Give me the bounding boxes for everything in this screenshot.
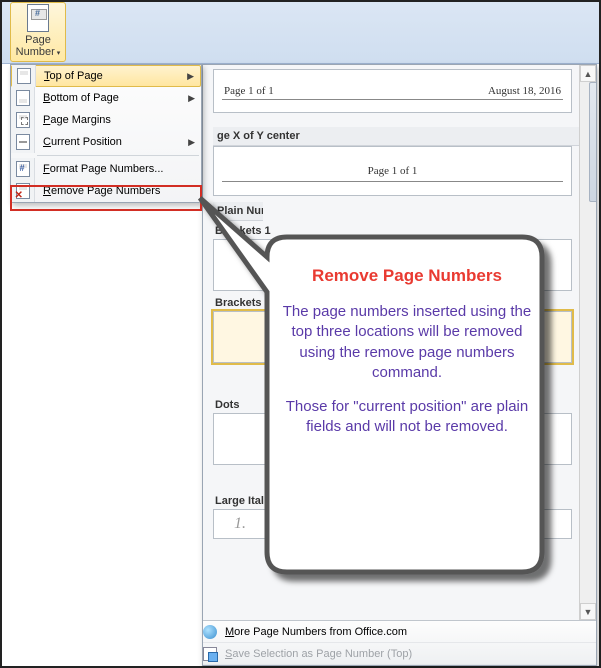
page-number-menu: Top of Page ▶ Bottom of Page ▶ Page Marg… xyxy=(10,64,202,203)
gallery-preview-brackets-2[interactable] xyxy=(213,311,572,363)
globe-icon xyxy=(203,625,217,639)
gallery-category-header: Plain Number xyxy=(213,202,263,221)
menu-page-margins[interactable]: Page Margins xyxy=(11,109,201,131)
gallery-footer: More Page Numbers from Office.com Save S… xyxy=(203,620,596,665)
gallery-item-label: Dots xyxy=(213,395,590,413)
menu-item-label: Remove Page Numbers xyxy=(35,185,201,197)
preview-center-text: Page 1 of 1 xyxy=(368,165,418,177)
doc-bottom-icon xyxy=(16,90,30,106)
menu-item-label: Format Page Numbers... xyxy=(35,163,201,175)
scroll-down-arrow-icon[interactable]: ▼ xyxy=(580,603,596,620)
preview-center-text: 1. xyxy=(234,515,246,533)
gallery-item-label: Brackets 1 xyxy=(213,221,590,239)
gallery-preview-brackets-1[interactable] xyxy=(213,239,572,291)
remove-page-numbers-icon xyxy=(16,183,30,199)
chevron-right-icon: ▶ xyxy=(188,137,201,148)
gallery-scroll-area: Page 1 of 1 August 18, 2016 ge X of Y ce… xyxy=(203,65,596,620)
preview-rule xyxy=(222,181,563,182)
doc-current-icon xyxy=(16,134,30,150)
save-selection-icon xyxy=(203,647,217,661)
gallery-item-label: Large Italics 1 xyxy=(213,491,590,509)
scroll-up-arrow-icon[interactable]: ▲ xyxy=(580,65,596,82)
page-number-button[interactable]: Page Number▾ xyxy=(10,2,66,62)
save-selection-label: Save Selection as Page Number (Top) xyxy=(217,648,596,660)
chevron-right-icon: ▶ xyxy=(188,93,201,104)
menu-remove-page-numbers[interactable]: Remove Page Numbers xyxy=(11,180,201,202)
menu-item-label: Current Position xyxy=(35,136,188,148)
menu-item-label: Page Margins xyxy=(35,114,201,126)
menu-top-of-page[interactable]: Top of Page ▶ xyxy=(11,65,201,87)
doc-margins-icon xyxy=(16,112,30,128)
chevron-right-icon: ▶ xyxy=(187,71,200,82)
gallery-preview[interactable]: Page 1 of 1 August 18, 2016 xyxy=(213,69,572,113)
preview-rule xyxy=(222,99,563,100)
gallery-preview[interactable]: Page 1 of 1 xyxy=(213,146,572,196)
menu-bottom-of-page[interactable]: Bottom of Page ▶ xyxy=(11,87,201,109)
menu-current-position[interactable]: Current Position ▶ xyxy=(11,131,201,153)
ribbon-strip: Page Number▾ xyxy=(2,2,599,64)
menu-item-label: Bottom of Page xyxy=(35,92,188,104)
gallery-preview-large-italics-1[interactable]: 1. xyxy=(213,509,572,539)
save-selection-link: Save Selection as Page Number (Top) xyxy=(203,643,596,665)
format-page-numbers-icon xyxy=(16,161,30,177)
menu-item-label: Top of Page xyxy=(36,70,187,82)
more-page-numbers-link[interactable]: More Page Numbers from Office.com xyxy=(203,621,596,643)
doc-top-icon xyxy=(17,68,31,84)
dropdown-arrow-icon: ▾ xyxy=(57,50,61,57)
menu-separator xyxy=(37,155,199,156)
gallery-preview-dots[interactable] xyxy=(213,413,572,465)
page-number-icon xyxy=(27,4,49,32)
preview-right-text: August 18, 2016 xyxy=(488,85,561,97)
gallery-scrollbar[interactable]: ▲ ▼ xyxy=(579,65,596,620)
preview-left-text: Page 1 of 1 xyxy=(224,85,274,97)
menu-format-page-numbers[interactable]: Format Page Numbers... xyxy=(11,158,201,180)
scroll-thumb[interactable] xyxy=(589,82,596,202)
more-page-numbers-label: More Page Numbers from Office.com xyxy=(217,626,596,638)
gallery-category-header: ge X of Y center xyxy=(213,127,590,146)
page-number-gallery: Page 1 of 1 August 18, 2016 ge X of Y ce… xyxy=(202,64,597,666)
gallery-item-label: Brackets 2 xyxy=(213,293,590,311)
page-number-label: Page Number▾ xyxy=(16,34,61,58)
